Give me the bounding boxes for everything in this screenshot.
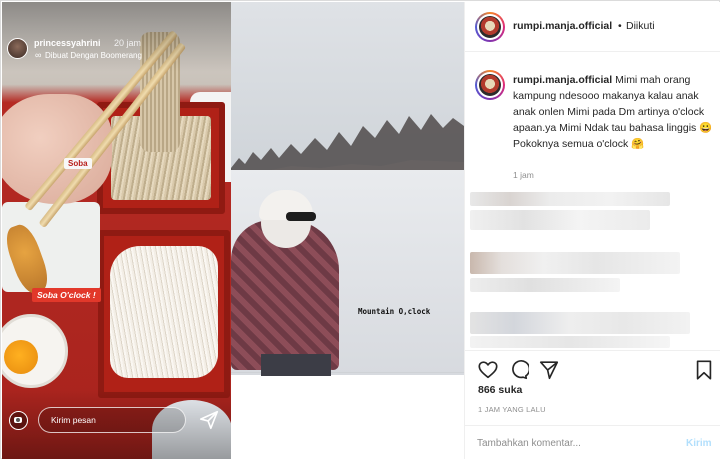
share-icon[interactable] <box>538 359 560 381</box>
soba-label: Soba <box>64 158 92 169</box>
blurred-comment <box>470 192 670 206</box>
likes-count[interactable]: 866 suka <box>478 384 522 396</box>
blurred-comment <box>470 252 680 274</box>
soba-tray-bottom <box>98 230 230 398</box>
comment-username[interactable]: rumpi.manja.official <box>513 74 612 86</box>
person-pants <box>261 354 331 376</box>
story-reply-input[interactable]: Kirim pesan <box>38 407 186 433</box>
heart-icon[interactable] <box>477 359 499 381</box>
story-top-shade <box>2 2 231 72</box>
blurred-comment <box>470 336 670 348</box>
blurred-comment <box>470 278 620 292</box>
bookmark-icon[interactable] <box>693 359 715 381</box>
comment-text-2: Pokoknya semua o'clock 🤗 <box>513 138 645 150</box>
header-separator: • <box>618 20 622 32</box>
send-comment-button[interactable]: Kirim <box>686 438 712 449</box>
person-sunglasses <box>286 212 316 221</box>
avatar-border <box>477 14 503 40</box>
boomerang-icon: ∞ <box>35 50 42 60</box>
white-noodles <box>110 246 218 378</box>
post-header: rumpi.manja.official • Diikuti <box>465 2 720 52</box>
header-username[interactable]: rumpi.manja.official <box>513 20 612 32</box>
egg-yolk <box>4 340 38 374</box>
screenshot-frame: princessyahrini 20 jam ∞ Dibuat Dengan B… <box>0 0 720 459</box>
comment-time: 1 jam <box>513 170 534 180</box>
story-middle: Mountain O,clock <box>231 2 464 459</box>
caption-comment: rumpi.manja.official Mimi mah orang kamp… <box>513 72 713 152</box>
comment-avatar[interactable] <box>475 70 505 100</box>
avatar-border <box>477 72 503 98</box>
action-bar <box>465 350 720 386</box>
header-avatar[interactable] <box>475 12 505 42</box>
story-left: princessyahrini 20 jam ∞ Dibuat Dengan B… <box>2 2 231 459</box>
blurred-comment <box>470 312 690 334</box>
add-comment-input[interactable]: Tambahkan komentar... <box>477 438 581 449</box>
blurred-comment <box>470 210 650 230</box>
boomerang-label: Dibuat Dengan Boomerang <box>45 51 142 60</box>
story-avatar[interactable] <box>7 38 28 59</box>
posted-time: 1 JAM YANG LALU <box>478 405 546 414</box>
comment-icon[interactable] <box>507 359 529 381</box>
soba-sticker: Soba O'clock ! <box>32 288 101 302</box>
post-panel: rumpi.manja.official • Diikuti rumpi.man… <box>464 2 720 459</box>
avatar-image <box>479 16 501 38</box>
story-username[interactable]: princessyahrini <box>34 38 101 48</box>
story-caption: Mountain O,clock <box>358 307 431 316</box>
story-time: 20 jam <box>114 38 142 48</box>
camera-icon[interactable] <box>9 411 28 430</box>
avatar-image <box>479 74 501 96</box>
follow-status[interactable]: Diikuti <box>626 20 655 32</box>
send-icon[interactable] <box>198 409 220 431</box>
